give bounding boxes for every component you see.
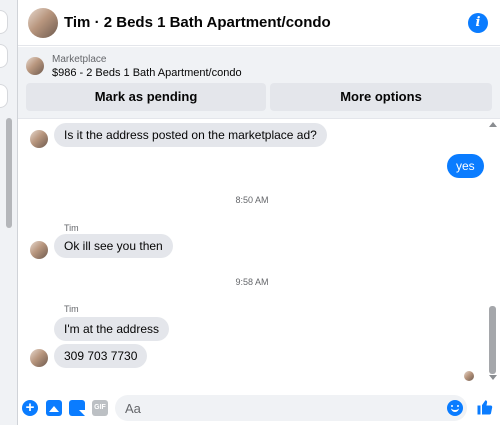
message-bubble-incoming[interactable]: Is it the address posted on the marketpl… <box>54 123 327 147</box>
avatar[interactable] <box>30 241 48 259</box>
message-input[interactable] <box>115 395 467 421</box>
avatar[interactable] <box>28 8 58 38</box>
chat-header: Tim · 2 Beds 1 Bath Apartment/condo i <box>18 0 500 46</box>
message-composer: + GIF <box>18 390 500 425</box>
left-strip-tab[interactable] <box>0 84 8 108</box>
left-scrollbar[interactable] <box>6 118 12 228</box>
sender-name: Tim <box>64 304 79 314</box>
message-bubble-incoming[interactable]: Ok ill see you then <box>54 234 173 258</box>
message-bubble-incoming[interactable]: 309 703 7730 <box>54 344 148 368</box>
listing-title[interactable]: $986 - 2 Beds 1 Bath Apartment/condo <box>52 67 242 79</box>
left-strip-tab[interactable] <box>0 44 8 68</box>
seen-receipt-avatar <box>464 371 474 381</box>
marketplace-label: Marketplace <box>52 54 107 65</box>
sender-name: Tim <box>64 223 79 233</box>
message-bubble-incoming[interactable]: I'm at the address <box>54 317 170 341</box>
scrollbar-thumb[interactable] <box>489 306 496 374</box>
avatar[interactable] <box>30 130 48 148</box>
listing-thumbnail[interactable] <box>26 57 44 75</box>
thumbs-up-icon[interactable] <box>476 398 494 416</box>
emoji-icon[interactable] <box>447 400 463 416</box>
mark-as-pending-button[interactable]: Mark as pending <box>26 83 266 111</box>
timestamp: 9:58 AM <box>235 277 269 287</box>
left-panel-strip <box>0 0 18 425</box>
message-bubble-outgoing[interactable]: yes <box>447 154 484 178</box>
more-options-button[interactable]: More options <box>270 83 492 111</box>
scroll-up-icon[interactable] <box>489 122 497 127</box>
sticker-icon[interactable] <box>69 400 85 416</box>
thread-scrollbar[interactable] <box>486 120 500 390</box>
left-strip-tab[interactable] <box>0 10 8 34</box>
info-icon[interactable]: i <box>468 13 488 33</box>
message-thread: Is it the address posted on the marketpl… <box>18 120 500 390</box>
timestamp: 8:50 AM <box>235 195 269 205</box>
gif-icon[interactable]: GIF <box>92 400 108 416</box>
scroll-down-icon[interactable] <box>489 375 497 380</box>
plus-icon[interactable]: + <box>22 400 38 416</box>
chat-title[interactable]: Tim · 2 Beds 1 Bath Apartment/condo <box>64 14 331 31</box>
photo-icon[interactable] <box>46 400 62 416</box>
marketplace-listing-bar: Marketplace $986 - 2 Beds 1 Bath Apartme… <box>18 47 500 119</box>
avatar[interactable] <box>30 349 48 367</box>
